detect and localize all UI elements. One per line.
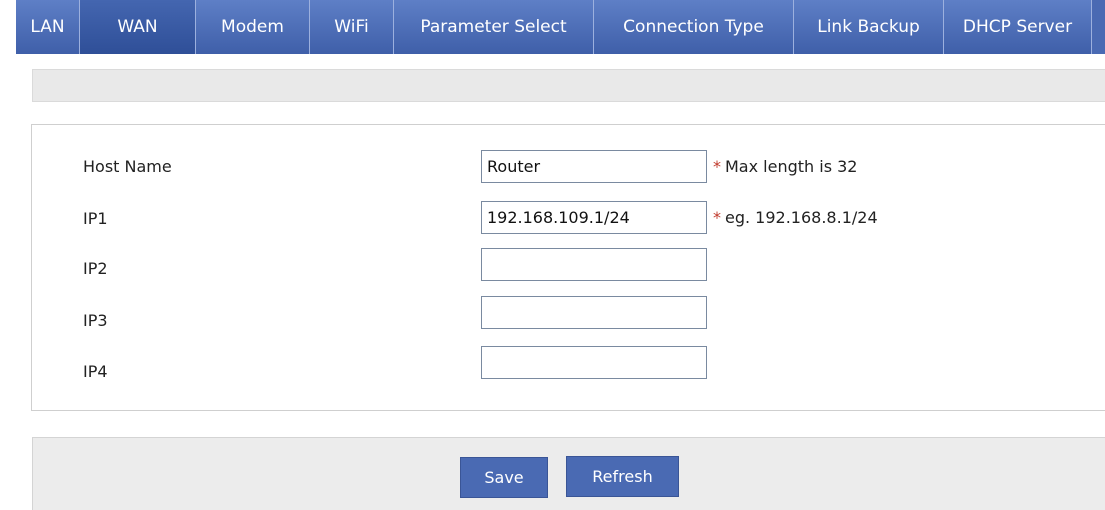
tab-bar: LAN WAN Modem WiFi Parameter Select Conn…	[0, 0, 1105, 54]
ip3-input[interactable]	[481, 296, 707, 329]
section-header-bar	[32, 69, 1105, 102]
ip4-input[interactable]	[481, 346, 707, 379]
tab-wan[interactable]: WAN	[80, 0, 196, 54]
ip1-input[interactable]	[481, 201, 707, 234]
host-name-hint: * Max length is 32	[713, 157, 857, 176]
ip1-hint-text: eg. 192.168.8.1/24	[725, 208, 878, 227]
ip3-label: IP3	[83, 311, 108, 330]
ip1-hint: * eg. 192.168.8.1/24	[713, 208, 878, 227]
ip1-label: IP1	[83, 209, 108, 228]
refresh-button[interactable]: Refresh	[566, 456, 679, 497]
tab-link-backup[interactable]: Link Backup	[794, 0, 944, 54]
host-name-hint-text: Max length is 32	[725, 157, 858, 176]
tab-wifi[interactable]: WiFi	[310, 0, 394, 54]
required-marker: *	[713, 157, 721, 176]
tab-modem[interactable]: Modem	[196, 0, 310, 54]
required-marker: *	[713, 208, 721, 227]
save-button[interactable]: Save	[460, 457, 548, 498]
tab-connection-type[interactable]: Connection Type	[594, 0, 794, 54]
host-name-input[interactable]	[481, 150, 707, 183]
ip2-label: IP2	[83, 259, 108, 278]
tab-lan[interactable]: LAN	[16, 0, 80, 54]
tab-parameter-select[interactable]: Parameter Select	[394, 0, 594, 54]
ip2-input[interactable]	[481, 248, 707, 281]
host-name-label: Host Name	[83, 157, 172, 176]
tab-dhcp-server[interactable]: DHCP Server	[944, 0, 1092, 54]
ip4-label: IP4	[83, 362, 108, 381]
